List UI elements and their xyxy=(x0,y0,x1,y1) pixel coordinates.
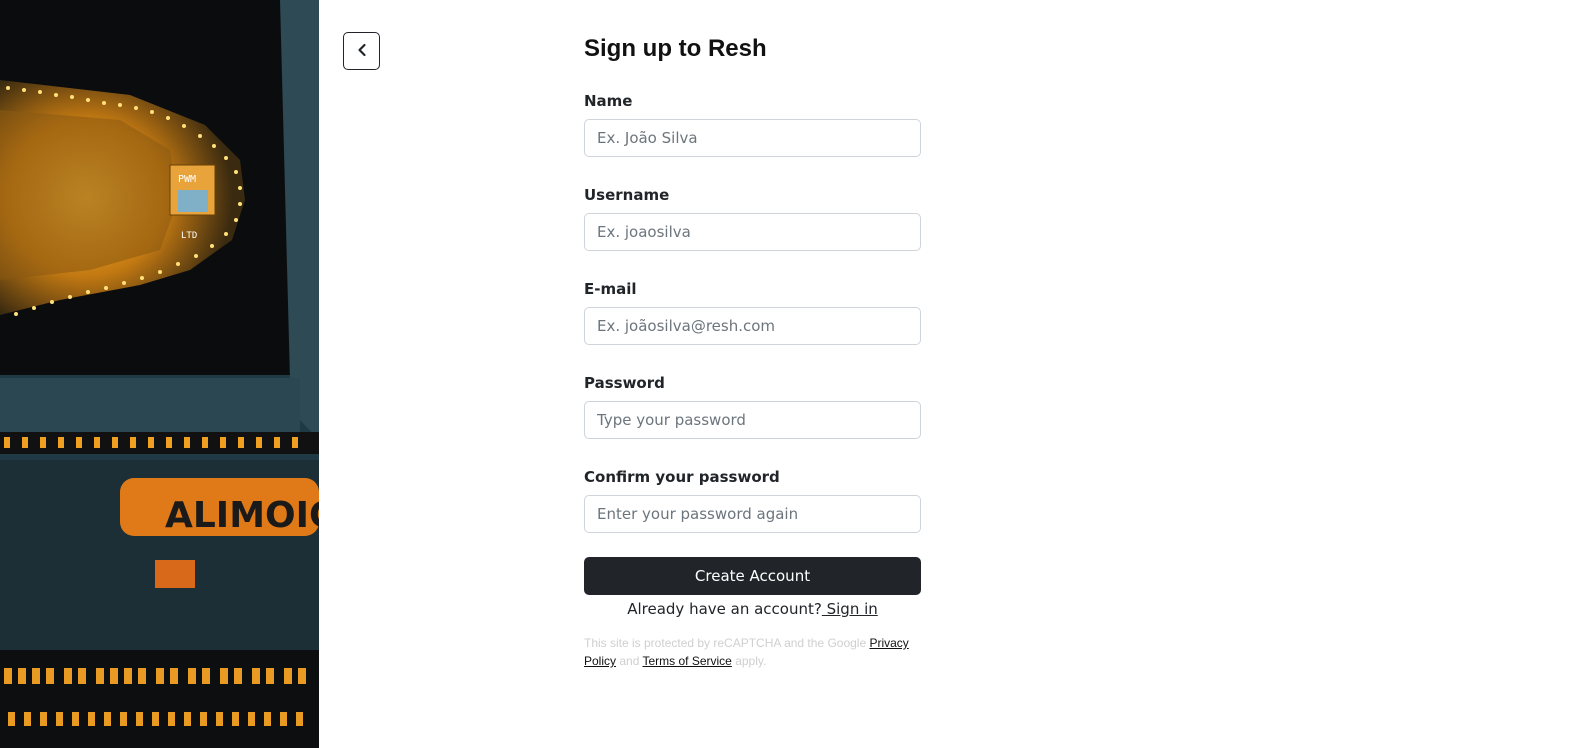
legal-suffix: apply. xyxy=(731,654,767,668)
password-input[interactable] xyxy=(584,401,921,439)
page-title: Sign up to Resh xyxy=(584,35,767,62)
name-field-group: Name xyxy=(584,92,921,157)
username-input[interactable] xyxy=(584,213,921,251)
signin-link[interactable]: Sign in xyxy=(822,600,878,618)
confirm-password-field-group: Confirm your password xyxy=(584,468,921,533)
legal-and: and xyxy=(616,654,643,668)
password-label: Password xyxy=(584,374,665,392)
recaptcha-notice: This site is protected by reCAPTCHA and … xyxy=(584,634,921,670)
hero-chip-text: PWM xyxy=(178,174,196,185)
hero-chip-text: LTD xyxy=(181,231,197,241)
email-field-group: E-mail xyxy=(584,280,921,345)
legal-prefix: This site is protected by reCAPTCHA and … xyxy=(584,636,870,650)
back-button[interactable] xyxy=(343,32,380,70)
hero-sign-text: ALIMOIG xyxy=(165,495,319,536)
confirm-password-label: Confirm your password xyxy=(584,468,780,486)
name-label: Name xyxy=(584,92,633,110)
name-input[interactable] xyxy=(584,119,921,157)
signup-form: Sign up to Resh Name Username E-mail Pas… xyxy=(584,34,921,670)
chevron-left-icon xyxy=(355,43,369,60)
email-input[interactable] xyxy=(584,307,921,345)
create-account-button[interactable]: Create Account xyxy=(584,557,921,595)
password-field-group: Password xyxy=(584,374,921,439)
username-label: Username xyxy=(584,186,670,204)
username-field-group: Username xyxy=(584,186,921,251)
email-label: E-mail xyxy=(584,280,637,298)
hero-image: PWM LTD ALIMOI xyxy=(0,0,319,748)
signin-prompt: Already have an account? Sign in xyxy=(584,599,921,619)
signin-prompt-text: Already have an account? xyxy=(627,600,822,618)
terms-of-service-link[interactable]: Terms of Service xyxy=(643,654,732,668)
confirm-password-input[interactable] xyxy=(584,495,921,533)
